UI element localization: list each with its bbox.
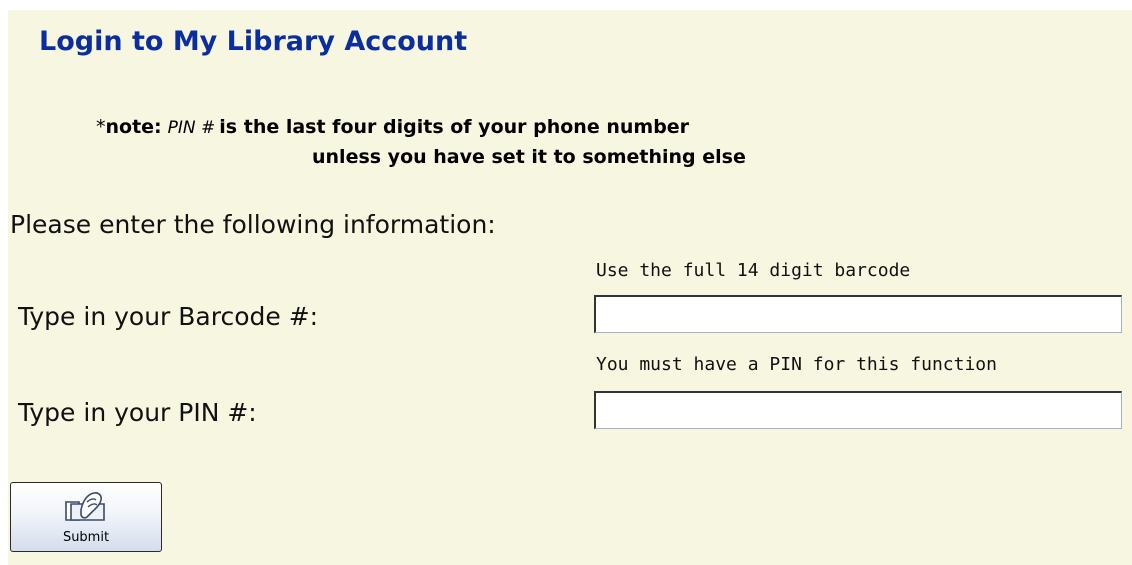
pin-label: Type in your PIN #:	[18, 398, 257, 427]
barcode-hint: Use the full 14 digit barcode	[596, 260, 911, 281]
pin-note-line-1: *note: PIN # is the last four digits of yo…	[96, 116, 689, 138]
note-pin-term: PIN #	[167, 118, 216, 138]
page-title: Login to My Library Account	[39, 26, 468, 57]
hand-pointer-icon	[65, 492, 105, 521]
barcode-label: Type in your Barcode #:	[18, 302, 319, 331]
login-panel: Login to My Library Account *note: PIN # i…	[8, 10, 1132, 565]
pin-input[interactable]	[594, 391, 1122, 429]
pin-hint: You must have a PIN for this function	[596, 354, 997, 375]
note-line-1-text: is the last four digits of your phone nu…	[219, 116, 690, 138]
note-lead: note:	[105, 116, 162, 138]
barcode-input[interactable]	[594, 295, 1122, 333]
pin-note-line-2: unless you have set it to something else	[312, 146, 746, 168]
submit-button[interactable]: Submit	[10, 482, 162, 552]
form-instructions: Please enter the following information:	[10, 210, 496, 239]
note-asterisk: *	[96, 116, 106, 138]
submit-label: Submit	[62, 530, 110, 545]
